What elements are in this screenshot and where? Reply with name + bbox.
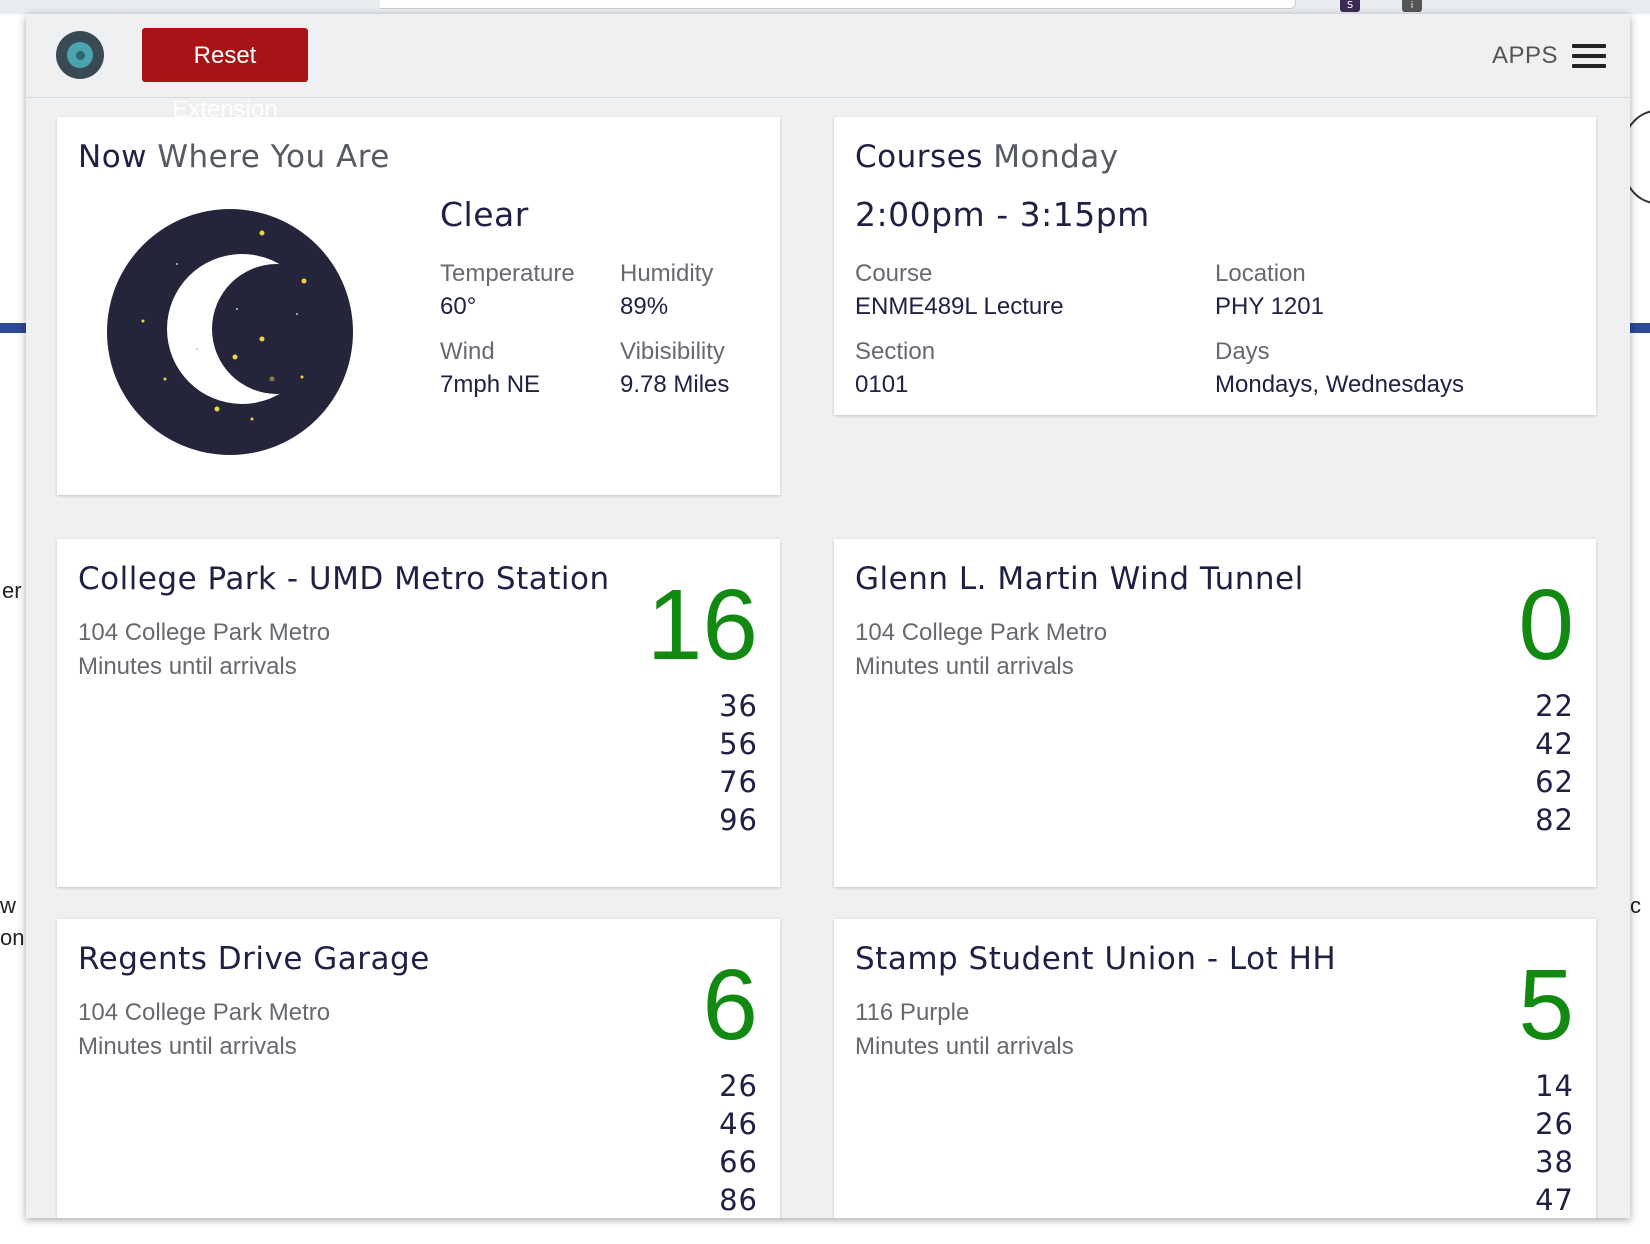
arrival-minutes: 46 [719, 1107, 758, 1141]
wind-value: 7mph NE [440, 371, 541, 398]
courses-card: Courses Monday 2:00pm - 3:15pm Course EN… [834, 117, 1596, 415]
section-value: 0101 [855, 371, 909, 398]
stop-name: Regents Drive Garage [78, 941, 430, 977]
stop-caption: Minutes until arrivals [855, 1033, 1074, 1060]
next-arrival-minutes: 0 [1518, 569, 1574, 681]
page-text-fragment: on [0, 925, 25, 950]
page-text-fragment: er [2, 578, 22, 603]
humidity-label: Humidity [620, 260, 714, 287]
arrival-minutes: 56 [719, 727, 758, 761]
humidity-value: 89% [620, 293, 669, 320]
stop-name: Stamp Student Union - Lot HH [855, 941, 1337, 977]
arrival-minutes: 36 [719, 689, 758, 723]
stop-route: 104 College Park Metro [78, 999, 331, 1026]
clear-night-moon-icon [107, 209, 353, 455]
course-label: Course [855, 260, 933, 287]
popup-header: Reset Extension APPS [26, 14, 1630, 123]
wind-label: Wind [440, 338, 495, 365]
weather-card: Now Where You Are Clear Temperature 60° … [57, 117, 780, 495]
arrival-minutes: 62 [1535, 765, 1574, 799]
extension-s-icon[interactable]: S [1340, 0, 1360, 12]
stop-name: Glenn L. Martin Wind Tunnel [855, 561, 1304, 597]
browser-address-bar[interactable] [380, 0, 1296, 9]
arrival-minutes: 26 [1535, 1107, 1574, 1141]
arrival-minutes: 47 [1535, 1183, 1574, 1217]
page-nav-bar-left [0, 323, 26, 333]
bus-stop-card: Stamp Student Union - Lot HH 116 Purple … [834, 919, 1596, 1218]
next-arrival-minutes: 6 [702, 949, 758, 1061]
courses-title-muted: Monday [993, 139, 1119, 175]
logo-icon[interactable] [56, 31, 104, 79]
stop-route: 104 College Park Metro [855, 619, 1108, 646]
page-nav-bar-right [1630, 323, 1650, 333]
arrival-minutes: 96 [719, 803, 758, 837]
arrival-minutes: 66 [719, 1145, 758, 1179]
weather-card-title: Now Where You Are [78, 139, 390, 175]
reset-extension-button[interactable]: Reset Extension [142, 28, 308, 123]
stop-route: 116 Purple [855, 999, 970, 1026]
arrival-minutes: 14 [1535, 1069, 1574, 1103]
next-arrival-minutes: 5 [1518, 949, 1574, 1061]
temperature-label: Temperature [440, 260, 575, 287]
weather-title-muted: Where You Are [157, 139, 390, 175]
arrival-minutes: 38 [1535, 1145, 1574, 1179]
later-arrivals-list: 26 46 66 86 [719, 1067, 758, 1218]
arrival-minutes: 76 [719, 765, 758, 799]
page-text-fragment: w [0, 893, 16, 918]
temperature-value: 60° [440, 293, 477, 320]
location-value: PHY 1201 [1215, 293, 1324, 320]
section-label: Section [855, 338, 936, 365]
course-time: 2:00pm - 3:15pm [855, 195, 1150, 234]
courses-title-strong: Courses [855, 139, 983, 175]
later-arrivals-list: 36 56 76 96 [719, 687, 758, 839]
apps-link[interactable]: APPS [1492, 42, 1558, 70]
stop-name: College Park - UMD Metro Station [78, 561, 610, 597]
next-arrival-minutes: 16 [646, 569, 758, 681]
bus-stop-card: Glenn L. Martin Wind Tunnel 104 College … [834, 539, 1596, 887]
later-arrivals-list: 22 42 62 82 [1535, 687, 1574, 839]
course-value: ENME489L Lecture [855, 293, 1064, 320]
location-label: Location [1215, 260, 1306, 287]
stop-caption: Minutes until arrivals [78, 653, 297, 680]
bus-stop-card: College Park - UMD Metro Station 104 Col… [57, 539, 780, 887]
visibility-label: Vibisibility [620, 338, 725, 365]
arrival-minutes: 22 [1535, 689, 1574, 723]
courses-card-title: Courses Monday [855, 139, 1119, 175]
arrival-minutes: 82 [1535, 803, 1574, 837]
arrival-minutes: 42 [1535, 727, 1574, 761]
arrival-minutes: 86 [719, 1183, 758, 1217]
days-label: Days [1215, 338, 1270, 365]
later-arrivals-list: 14 26 38 47 [1535, 1067, 1574, 1218]
weather-title-strong: Now [78, 139, 148, 175]
extension-popup: Reset Extension APPS Now Where You Are C… [26, 14, 1630, 1218]
stop-caption: Minutes until arrivals [78, 1033, 297, 1060]
visibility-value: 9.78 Miles [620, 371, 730, 398]
bus-stop-card: Regents Drive Garage 104 College Park Me… [57, 919, 780, 1218]
arrival-minutes: 26 [719, 1069, 758, 1103]
hamburger-menu-icon[interactable] [1572, 44, 1606, 68]
days-value: Mondays, Wednesdays [1215, 371, 1465, 398]
stop-caption: Minutes until arrivals [855, 653, 1074, 680]
extension-info-icon[interactable]: i [1402, 0, 1422, 12]
stop-route: 104 College Park Metro [78, 619, 331, 646]
weather-condition: Clear [440, 195, 529, 234]
page-text-fragment: c [1630, 893, 1641, 918]
